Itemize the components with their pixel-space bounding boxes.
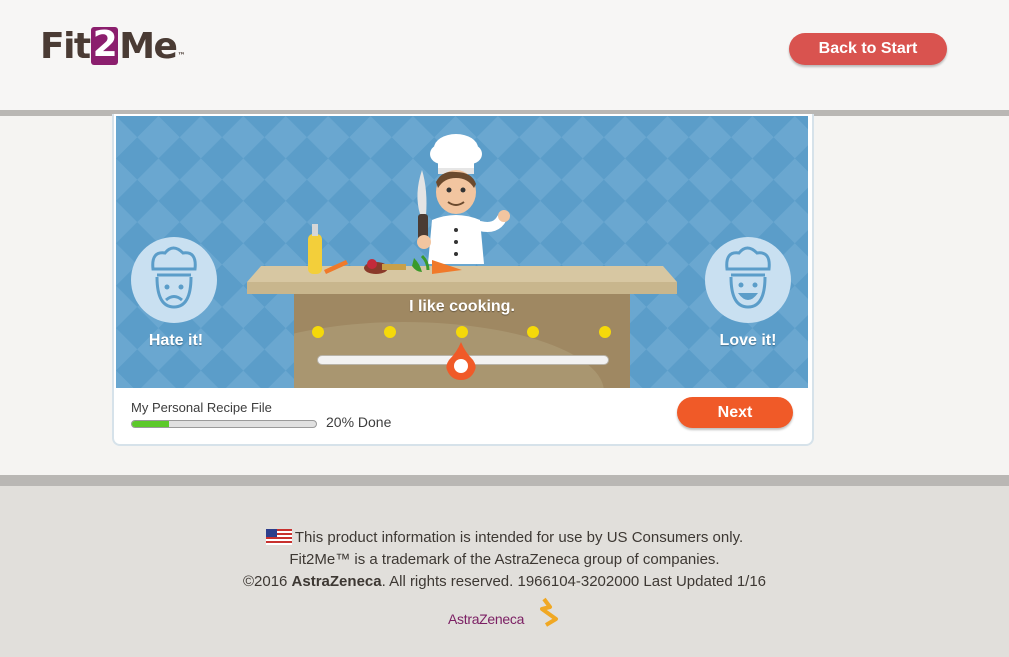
logo-tm: ™: [177, 51, 186, 60]
site-header: Fit 2 Me ™ Back to Start: [0, 0, 1009, 110]
footer-disclaimer: This product information is intended for…: [0, 529, 1009, 546]
footer-copyright: ©2016 AstraZeneca. All rights reserved. …: [0, 573, 1009, 590]
footer-divider: [0, 475, 1009, 486]
hate-it-label: Hate it!: [148, 332, 204, 349]
love-it-face[interactable]: [705, 237, 791, 323]
quiz-stage: Hate it! Love it! I like cooking.: [116, 116, 808, 388]
copyright-suffix: . All rights reserved. 1966104-3202000 L…: [381, 573, 767, 590]
us-flag-icon: [265, 529, 292, 545]
astrazeneca-logo-text: AstraZeneca: [448, 611, 525, 627]
rating-slider-handle[interactable]: [445, 342, 477, 380]
scale-point-4[interactable]: [527, 326, 539, 338]
sad-chef-icon: [151, 246, 197, 309]
hate-it-face[interactable]: [131, 237, 217, 323]
question-prompt: I like cooking.: [409, 298, 515, 315]
recipe-file-label: My Personal Recipe File: [131, 400, 272, 415]
logo-fit: Fit: [40, 25, 91, 67]
ingredients-illustration: [308, 224, 462, 274]
love-it-label: Love it!: [719, 332, 777, 349]
scale-point-1[interactable]: [312, 326, 324, 338]
fit2me-logo[interactable]: Fit 2 Me ™: [40, 24, 185, 68]
scale-point-2[interactable]: [384, 326, 396, 338]
scale-point-3[interactable]: [456, 326, 468, 338]
footer-line-2: Fit2Me™ is a trademark of the AstraZenec…: [289, 551, 720, 568]
progress-text: 20% Done: [326, 414, 392, 430]
back-to-start-button[interactable]: Back to Start: [789, 33, 947, 65]
next-button[interactable]: Next: [677, 397, 793, 428]
logo-two: 2: [90, 24, 119, 65]
logo-me: Me: [119, 25, 178, 67]
footer-line-1: This product information is intended for…: [294, 529, 744, 546]
progress-bar: [131, 420, 317, 428]
site-footer: [0, 486, 1009, 657]
copyright-brand: AstraZeneca: [291, 573, 382, 590]
progress-bar-fill: [132, 421, 169, 427]
happy-chef-icon: [725, 246, 771, 309]
copyright-prefix: ©2016: [242, 573, 292, 590]
scale-point-5[interactable]: [599, 326, 611, 338]
